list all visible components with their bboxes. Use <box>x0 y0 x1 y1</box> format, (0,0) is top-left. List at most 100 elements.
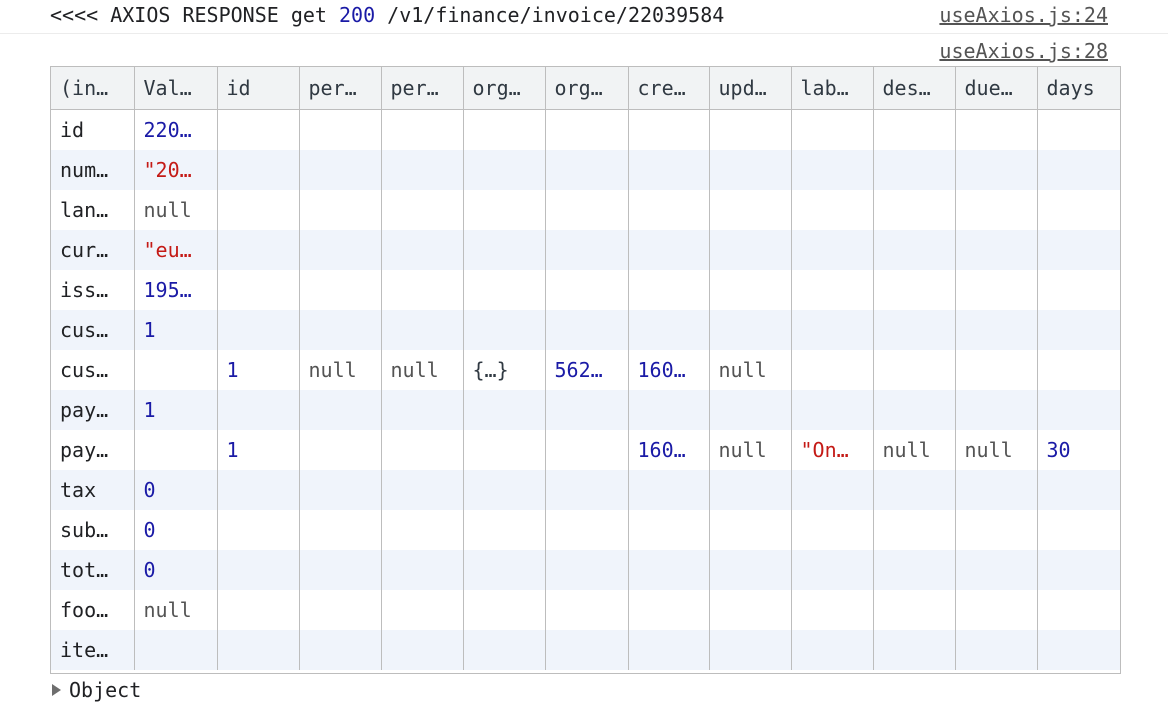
table-cell <box>954 230 1037 270</box>
table-cell <box>298 550 381 590</box>
table-cell <box>872 150 955 190</box>
table-cell <box>790 150 873 190</box>
table-cell <box>216 470 299 510</box>
source-link-line-24[interactable]: useAxios.js:24 <box>939 2 1108 28</box>
table-cell: 0 <box>133 470 217 510</box>
column-header[interactable]: upd… <box>708 67 791 110</box>
table-cell <box>954 190 1037 230</box>
table-cell <box>462 310 545 350</box>
table-cell <box>544 390 628 430</box>
table-cell <box>216 310 299 350</box>
table-cell <box>298 390 381 430</box>
row-key-cell: ite… <box>51 630 134 670</box>
table-row: cur… "eu… <box>51 230 1120 270</box>
table-cell <box>1036 230 1120 270</box>
table-cell <box>544 430 628 470</box>
table-cell <box>462 430 545 470</box>
table-cell <box>1036 270 1120 310</box>
table-cell: null <box>133 190 217 230</box>
table-row: pay… 1 <box>51 390 1120 430</box>
table-cell <box>544 109 628 150</box>
log-prefix: <<<< AXIOS RESPONSE get <box>50 3 339 27</box>
table-cell <box>1036 590 1120 630</box>
table-cell <box>954 470 1037 510</box>
table-cell <box>954 150 1037 190</box>
table-row: cus… 1 null null {…} 562… 160… null <box>51 350 1120 390</box>
column-header[interactable]: org… <box>544 67 628 110</box>
table-cell <box>872 590 955 630</box>
table-cell: null <box>133 590 217 630</box>
table-cell <box>544 630 628 670</box>
table-row: tax 0 <box>51 470 1120 510</box>
table-cell <box>1036 510 1120 550</box>
column-header[interactable]: per… <box>298 67 381 110</box>
table-cell <box>544 590 628 630</box>
table-cell <box>708 190 791 230</box>
expand-triangle-icon[interactable] <box>52 683 61 696</box>
table-cell <box>627 270 709 310</box>
column-header[interactable]: due… <box>954 67 1037 110</box>
table-cell <box>380 190 463 230</box>
table-cell <box>790 270 873 310</box>
table-cell <box>627 510 709 550</box>
table-cell: 160… <box>627 350 709 390</box>
table-cell: null <box>708 430 791 470</box>
table-cell <box>462 270 545 310</box>
table-cell <box>872 510 955 550</box>
column-header[interactable]: id <box>216 67 299 110</box>
column-header[interactable]: (in… <box>51 67 134 110</box>
row-key-cell: pay… <box>51 430 134 470</box>
column-header[interactable]: cre… <box>627 67 709 110</box>
table-cell: 1 <box>216 430 299 470</box>
table-cell <box>216 390 299 430</box>
table-cell <box>216 510 299 550</box>
table-cell <box>790 550 873 590</box>
table-cell: 0 <box>133 510 217 550</box>
row-key-cell: sub… <box>51 510 134 550</box>
row-key-cell: num… <box>51 150 134 190</box>
table-cell <box>216 150 299 190</box>
column-header[interactable]: des… <box>872 67 955 110</box>
column-header[interactable]: Val… <box>133 67 217 110</box>
table-cell <box>1036 310 1120 350</box>
table-cell <box>298 470 381 510</box>
table-cell <box>462 390 545 430</box>
table-cell <box>544 150 628 190</box>
table-cell: 220… <box>133 109 217 150</box>
column-header[interactable]: per… <box>380 67 463 110</box>
table-cell <box>708 109 791 150</box>
table-cell <box>954 310 1037 350</box>
table-cell <box>380 230 463 270</box>
table-cell <box>627 470 709 510</box>
table-header-row: (in… Val… id per… per… org… org… cre… upd… lab… de… <box>51 67 1120 110</box>
table-cell <box>544 190 628 230</box>
table-cell <box>1036 470 1120 510</box>
row-key-cell: lan… <box>51 190 134 230</box>
table-cell <box>216 590 299 630</box>
table-cell <box>627 590 709 630</box>
devtools-console: <<<< AXIOS RESPONSE get 200 /v1/finance/… <box>0 0 1168 704</box>
table-cell <box>380 510 463 550</box>
column-header[interactable]: lab… <box>790 67 873 110</box>
table-cell <box>298 109 381 150</box>
table-cell <box>872 190 955 230</box>
table-cell <box>790 230 873 270</box>
table-cell <box>627 630 709 670</box>
table-cell <box>462 230 545 270</box>
column-header[interactable]: org… <box>462 67 545 110</box>
table-cell <box>708 390 791 430</box>
table-cell <box>462 550 545 590</box>
table-cell: 160… <box>627 430 709 470</box>
table-cell <box>790 310 873 350</box>
data-table: (in… Val… id per… per… org… org… cre… upd… lab… de… <box>51 67 1120 670</box>
table-cell <box>708 590 791 630</box>
column-header[interactable]: days <box>1036 67 1120 110</box>
table-cell <box>790 510 873 550</box>
source-link-line-28[interactable]: useAxios.js:28 <box>939 38 1108 64</box>
table-cell <box>216 230 299 270</box>
object-expander[interactable]: Object <box>52 678 141 702</box>
table-cell <box>133 350 217 390</box>
table-cell <box>298 150 381 190</box>
table-cell: null <box>872 430 955 470</box>
table-cell <box>462 510 545 550</box>
